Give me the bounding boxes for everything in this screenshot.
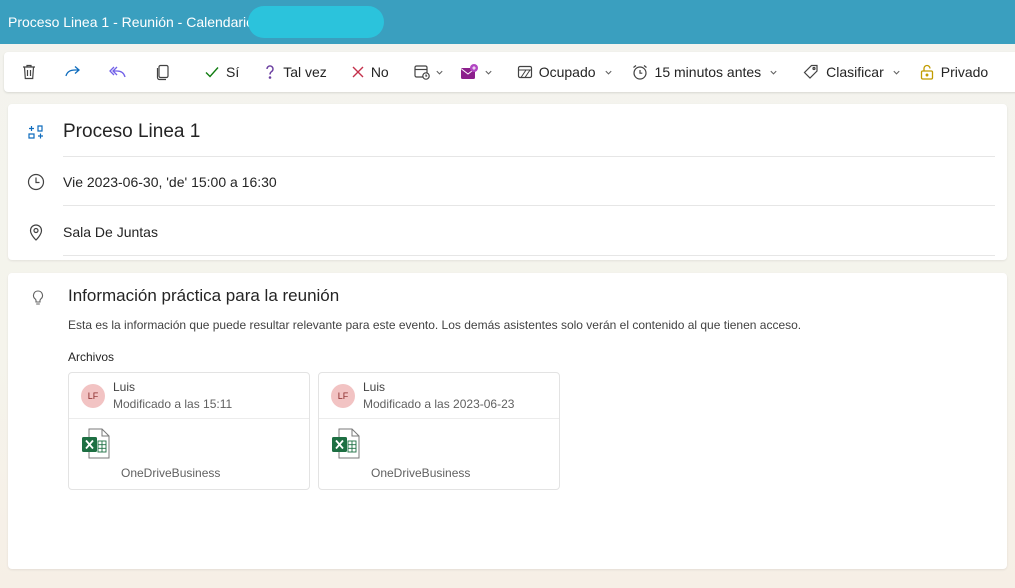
question-mark-icon bbox=[266, 65, 274, 79]
show-as-dropdown[interactable]: Ocupado bbox=[511, 56, 619, 88]
event-title: Proceso Linea 1 bbox=[63, 121, 201, 142]
private-label: Privado bbox=[940, 64, 989, 80]
meeting-info-card: Información práctica para la reunión Est… bbox=[8, 273, 1007, 569]
file-card[interactable]: LF Luis Modificado a las 15:11 OneDriveB… bbox=[68, 372, 310, 490]
file-owner: Luis bbox=[363, 380, 386, 394]
redacted-region bbox=[248, 6, 384, 38]
files-heading: Archivos bbox=[68, 350, 115, 364]
tag-icon bbox=[803, 64, 818, 79]
accept-button[interactable]: Sí bbox=[198, 56, 245, 88]
event-location: Sala De Juntas bbox=[63, 224, 158, 240]
reply-all-button[interactable] bbox=[102, 56, 134, 88]
file-source: OneDriveBusiness bbox=[371, 466, 471, 480]
window-title-bar: Proceso Linea 1 - Reunión - Calendario bbox=[0, 0, 1015, 44]
file-modified: Modificado a las 2023-06-23 bbox=[363, 397, 515, 411]
info-title: Información práctica para la reunión bbox=[68, 286, 340, 305]
reminder-label: 15 minutos antes bbox=[654, 64, 762, 80]
show-as-label: Ocupado bbox=[538, 64, 596, 80]
copy-button[interactable] bbox=[148, 56, 178, 88]
teams-meeting-button[interactable] bbox=[454, 56, 499, 88]
decline-label: No bbox=[370, 64, 389, 80]
private-button[interactable]: Privado bbox=[913, 56, 994, 88]
divider bbox=[63, 205, 995, 206]
toolbar: Sí Tal vez No Ocupado 15 minutos antes C… bbox=[4, 52, 1015, 92]
categorize-dropdown[interactable]: Clasificar bbox=[796, 56, 907, 88]
checkmark-icon bbox=[205, 67, 219, 78]
chevron-down-icon bbox=[893, 70, 900, 75]
busy-status-icon bbox=[517, 65, 532, 79]
alarm-clock-icon bbox=[632, 65, 647, 80]
forward-button[interactable] bbox=[58, 56, 88, 88]
excel-file-icon bbox=[82, 428, 110, 459]
location-pin-icon bbox=[29, 224, 43, 241]
file-card[interactable]: LF Luis Modificado a las 2023-06-23 OneD… bbox=[318, 372, 560, 490]
file-card-header: LF Luis Modificado a las 2023-06-23 bbox=[319, 373, 559, 419]
tentative-button[interactable]: Tal vez bbox=[257, 56, 333, 88]
divider bbox=[63, 255, 995, 256]
window-title: Proceso Linea 1 - Reunión - Calendario bbox=[8, 14, 254, 30]
decline-button[interactable]: No bbox=[345, 56, 395, 88]
event-type-icon bbox=[28, 125, 43, 139]
avatar: LF bbox=[81, 384, 105, 408]
accept-label: Sí bbox=[226, 64, 240, 80]
file-modified: Modificado a las 15:11 bbox=[113, 397, 233, 411]
lightbulb-icon bbox=[32, 290, 44, 305]
chevron-down-icon bbox=[604, 70, 612, 75]
chevron-down-icon bbox=[436, 70, 443, 75]
more-button[interactable] bbox=[1010, 56, 1015, 88]
delete-button[interactable] bbox=[14, 56, 44, 88]
datetime-row: Vie 2023-06-30, 'de' 15:00 a 16:30 bbox=[8, 157, 1007, 207]
reminder-dropdown[interactable]: 15 minutos antes bbox=[625, 56, 785, 88]
reply-all-icon bbox=[109, 66, 126, 78]
propose-time-button[interactable] bbox=[407, 56, 450, 88]
info-description: Esta es la información que puede resulta… bbox=[68, 318, 802, 332]
clock-icon bbox=[27, 173, 45, 191]
file-card-header: LF Luis Modificado a las 15:11 bbox=[69, 373, 309, 419]
calendar-clock-icon bbox=[414, 65, 430, 80]
file-owner: Luis bbox=[113, 380, 136, 394]
forward-arrow-icon bbox=[65, 66, 80, 77]
copy-icon bbox=[156, 64, 169, 81]
excel-file-icon bbox=[332, 428, 360, 459]
avatar: LF bbox=[331, 384, 355, 408]
mail-reaction-icon bbox=[460, 64, 478, 79]
location-row: Sala De Juntas bbox=[8, 207, 1007, 257]
title-row: Proceso Linea 1 bbox=[8, 107, 1007, 157]
tentative-label: Tal vez bbox=[283, 64, 327, 80]
event-details-card: Proceso Linea 1 Vie 2023-06-30, 'de' 15:… bbox=[8, 104, 1007, 260]
trash-icon bbox=[23, 64, 35, 80]
categorize-label: Clasificar bbox=[826, 64, 884, 80]
file-source: OneDriveBusiness bbox=[121, 466, 221, 480]
chevron-down-icon bbox=[485, 70, 492, 75]
x-icon bbox=[352, 66, 364, 78]
lock-icon bbox=[920, 64, 933, 80]
event-datetime: Vie 2023-06-30, 'de' 15:00 a 16:30 bbox=[63, 174, 277, 190]
chevron-down-icon bbox=[770, 70, 777, 75]
